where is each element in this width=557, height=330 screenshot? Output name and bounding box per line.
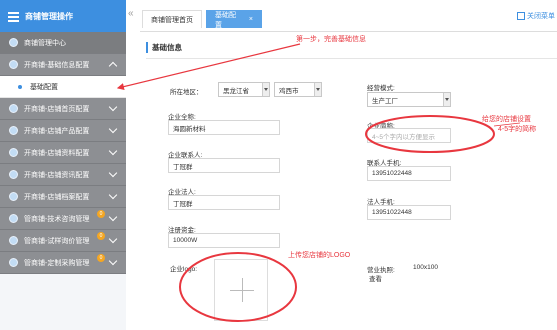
annotation-short-name-2: 4-5字的简称 — [498, 126, 537, 133]
annotation-step1: 第一步，完善基础信息 — [296, 36, 366, 43]
annotation-short-name-1: 给您的店铺设置 — [482, 116, 531, 123]
annotation-circle-short-name — [365, 115, 495, 153]
annotation-circle-logo — [179, 252, 297, 322]
annotation-logo-hint: 上传您店铺的LOGO — [288, 252, 351, 259]
annotation-overlay — [116, 43, 521, 322]
annotation-arrow — [116, 43, 301, 91]
